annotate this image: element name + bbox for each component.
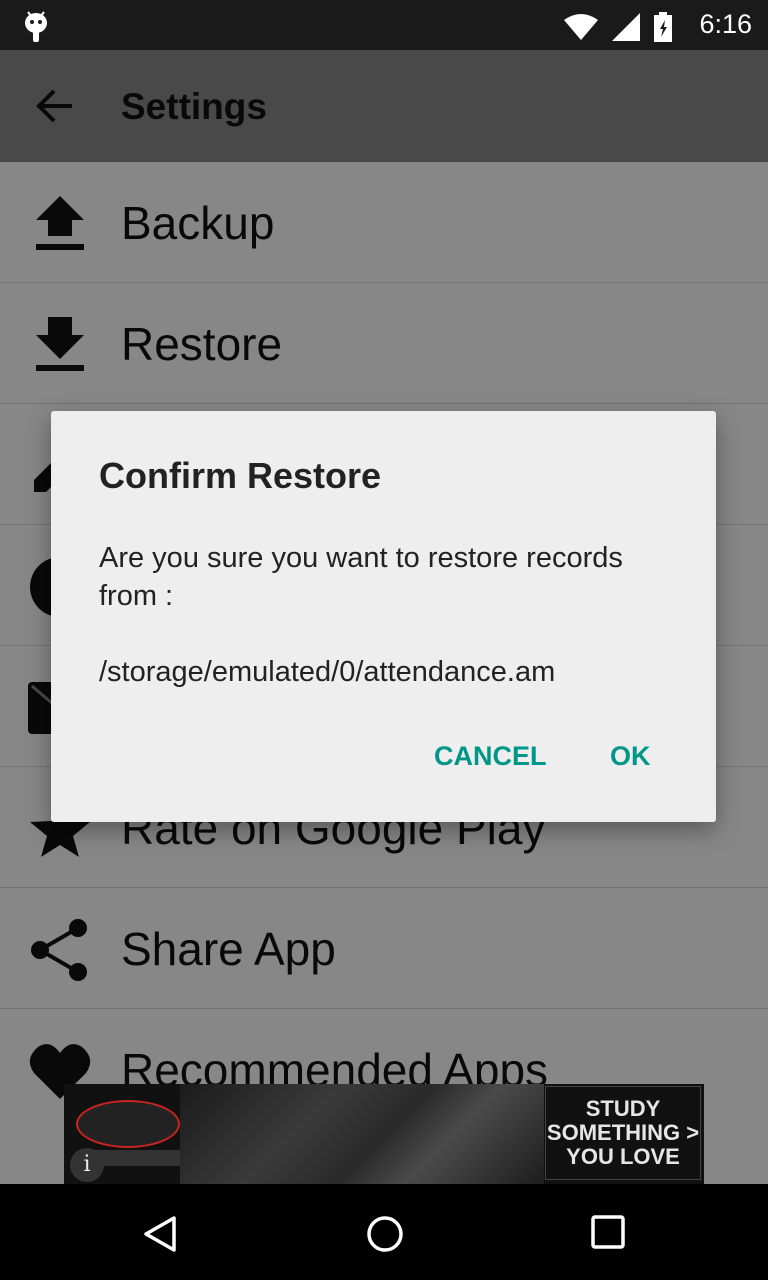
battery-icon (654, 12, 672, 47)
dialog-message-text: Are you sure you want to restore records… (99, 542, 623, 612)
home-nav-icon[interactable] (365, 1214, 405, 1259)
wifi-icon (564, 14, 598, 45)
ad-info-icon[interactable]: i (70, 1148, 104, 1182)
ad-image (180, 1084, 544, 1184)
ok-button[interactable]: OK (610, 741, 651, 772)
ad-logo (76, 1100, 180, 1148)
ad-banner[interactable]: i STUDY SOMETHING > YOU LOVE (64, 1084, 704, 1184)
navigation-bar (0, 1184, 768, 1280)
ad-cta-line: YOU LOVE (566, 1144, 680, 1169)
android-icon (22, 9, 50, 48)
cancel-button[interactable]: CANCEL (434, 741, 547, 772)
status-time: 6:16 (699, 9, 752, 39)
ad-cta-line: STUDY (585, 1096, 661, 1121)
back-nav-icon[interactable] (140, 1214, 180, 1259)
cell-signal-icon (612, 13, 640, 46)
confirm-restore-dialog: Confirm Restore Are you sure you want to… (51, 411, 716, 822)
ad-cta[interactable]: STUDY SOMETHING > YOU LOVE (545, 1086, 701, 1180)
dialog-title: Confirm Restore (99, 455, 382, 496)
recents-nav-icon[interactable] (590, 1214, 626, 1255)
dialog-file-path: /storage/emulated/0/attendance.am (99, 656, 556, 688)
status-bar: 6:16 (0, 0, 768, 50)
dialog-message: Are you sure you want to restore records… (99, 539, 679, 691)
ad-cta-line: SOMETHING > (546, 1120, 700, 1145)
